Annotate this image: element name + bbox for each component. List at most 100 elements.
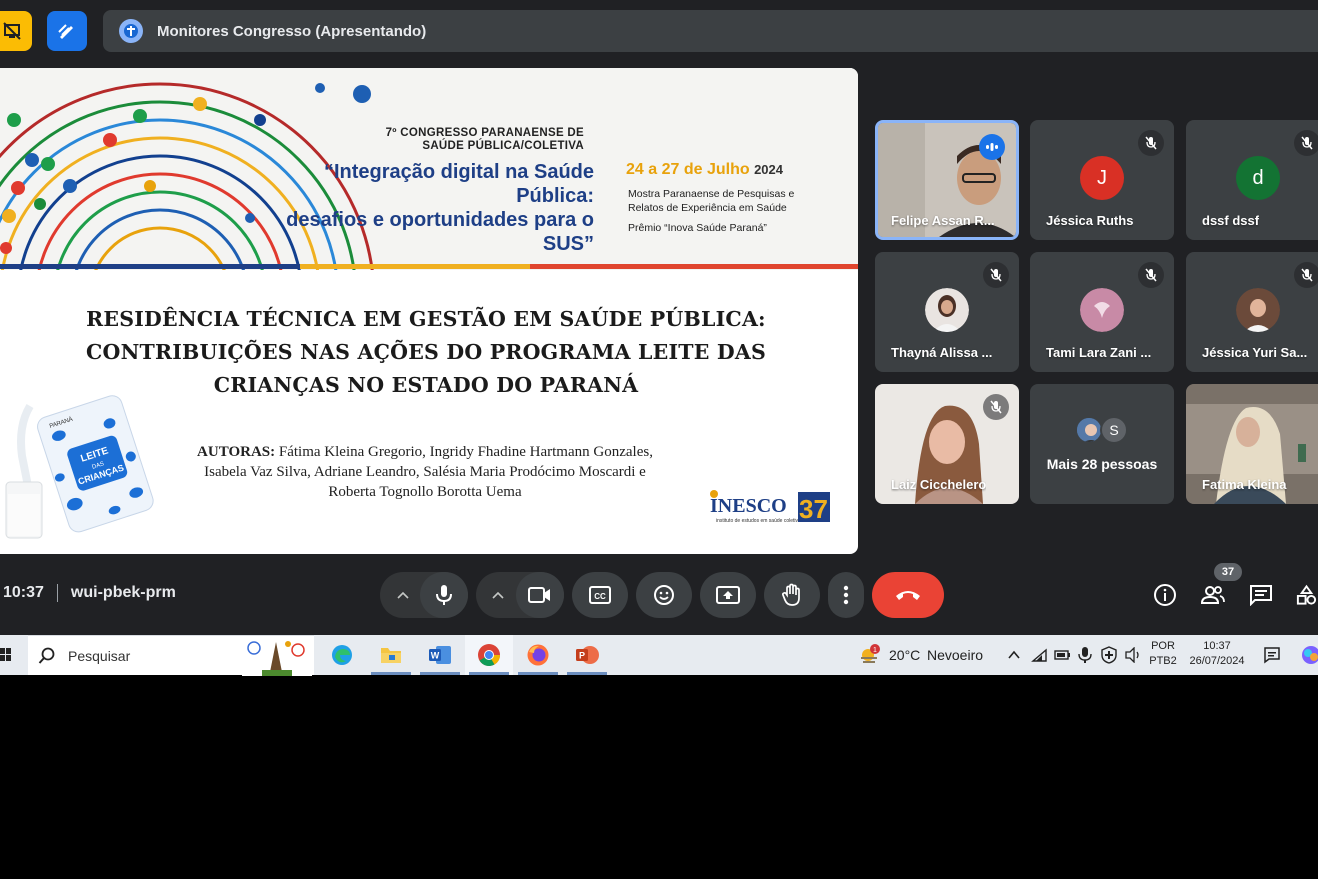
security-shield-icon[interactable] (1100, 646, 1118, 664)
file-explorer-app-icon[interactable] (367, 635, 415, 675)
camera-options-chevron-icon[interactable] (487, 584, 509, 606)
meeting-time: 10:37 (3, 584, 44, 601)
annotate-icon[interactable] (47, 11, 87, 51)
shared-slide: 7º CONGRESSO PARANAENSE DE SAÚDE PÚBLICA… (0, 68, 858, 554)
chat-button[interactable] (1247, 581, 1275, 609)
mic-off-icon (983, 394, 1009, 420)
mic-options-chevron-icon[interactable] (392, 584, 414, 606)
present-screen-icon (716, 586, 740, 604)
speaking-indicator-icon (979, 134, 1005, 160)
svg-text:CC: CC (594, 592, 606, 601)
more-participants-label: Mais 28 pessoas (1046, 456, 1158, 472)
more-avatar-photo (1075, 416, 1103, 444)
captions-icon: CC (589, 586, 611, 604)
reactions-button[interactable] (636, 572, 692, 618)
side-line3: Prêmio “Inova Saúde Paraná” (628, 222, 767, 234)
side-line2: Relatos de Experiência em Saúde (628, 202, 787, 214)
taskbar-search-box[interactable]: Pesquisar (28, 635, 314, 676)
powerpoint-app-icon[interactable]: P (563, 635, 611, 675)
mic-off-icon (1294, 262, 1318, 288)
meeting-code: wui-pbek-prm (70, 584, 176, 601)
presentation-banner[interactable]: Monitores Congresso (Apresentando) (103, 10, 1318, 52)
clock-date[interactable]: 10:37 26/07/2024 (1184, 639, 1250, 669)
participant-tile-laiz[interactable]: Laiz Cicchelero (875, 384, 1019, 504)
more-options-button[interactable] (828, 572, 864, 618)
year-text: 2024 (754, 162, 783, 177)
title-line1: RESIDÊNCIA TÉCNICA EM GESTÃO EM SAÚDE PÚ… (86, 307, 766, 331)
participant-tile-jessica-yuri[interactable]: Jéssica Yuri Sa... (1186, 252, 1318, 372)
present-screen-button[interactable] (700, 572, 756, 618)
presenter-avatar (119, 19, 143, 43)
chrome-app-icon[interactable] (465, 635, 513, 675)
meeting-details-button[interactable] (1151, 581, 1179, 609)
language-code: POR (1151, 640, 1175, 652)
windows-start-icon[interactable] (0, 647, 12, 663)
hand-icon (782, 583, 800, 606)
avatar: d (1236, 156, 1280, 200)
microphone-button[interactable] (420, 572, 468, 618)
authors-line1: Fátima Kleina Gregorio, Ingridy Fhadine … (278, 444, 653, 460)
search-highlight-image (242, 636, 312, 676)
inesco-logo: INESCO instituto de estudos em saúde col… (710, 490, 830, 524)
milk-carton-image: LEITE DAS CRIANÇAS PARANÁ (5, 395, 154, 539)
edge-app-icon[interactable] (318, 635, 366, 675)
authors-line2: Isabela Vaz Silva, Adriane Leandro, Salé… (204, 464, 646, 480)
participant-name: Tami Lara Zani ... (1046, 345, 1152, 360)
participant-name: dssf dssf (1202, 213, 1260, 228)
notifications-icon[interactable] (1263, 646, 1281, 664)
presenting-title: Monitores Congresso (Apresentando) (157, 22, 427, 40)
congress-dates: 24 a 27 de Julho 2024 (626, 161, 783, 179)
color-strip (0, 264, 858, 269)
theme-line2: desafios e oportunidades para o SUS” (286, 209, 594, 255)
emoji-icon (654, 585, 674, 605)
people-icon (1200, 586, 1225, 604)
more-vert-icon (843, 585, 849, 605)
leave-call-button[interactable] (872, 572, 944, 618)
weather-icon[interactable]: 1 (858, 643, 882, 667)
input-language[interactable]: POR PTB2 (1146, 639, 1180, 669)
participants-count-badge: 37 (1214, 563, 1242, 581)
end-call-icon (896, 591, 920, 600)
microphone-tray-icon[interactable] (1077, 646, 1093, 664)
search-placeholder: Pesquisar (68, 647, 131, 664)
inesco-subtitle: instituto de estudos em saúde coletiva (716, 518, 801, 524)
avatar (1236, 288, 1280, 332)
wifi-icon[interactable] (1030, 647, 1048, 663)
activities-button[interactable] (1295, 581, 1318, 609)
raise-hand-button[interactable] (764, 572, 820, 618)
firefox-app-icon[interactable] (514, 635, 562, 675)
word-app-icon[interactable]: W (416, 635, 464, 675)
temperature: 20°C (889, 647, 921, 663)
google-meet-window: Monitores Congresso (Apresentando) 7º CO… (0, 0, 1318, 635)
more-participants-tile[interactable]: S Mais 28 pessoas (1030, 384, 1174, 504)
copilot-icon[interactable] (1300, 645, 1318, 665)
participant-tile-thayna[interactable]: Thayná Alissa ... (875, 252, 1019, 372)
participant-tile-dssf[interactable]: d dssf dssf (1186, 120, 1318, 240)
windows-taskbar: Pesquisar W P 1 20°C Nevoeiro POR PTB2 1… (0, 635, 1318, 676)
volume-icon[interactable] (1124, 646, 1142, 664)
captions-button[interactable]: CC (572, 572, 628, 618)
activities-icon (1296, 584, 1317, 605)
show-hidden-icons-chevron-icon[interactable] (1006, 647, 1022, 663)
search-icon (38, 647, 55, 664)
people-button[interactable] (1199, 581, 1227, 609)
inesco-number: 37 (799, 494, 828, 524)
camera-button[interactable] (516, 572, 564, 618)
congress-line1: 7º CONGRESSO PARANAENSE DE (385, 127, 584, 139)
participant-name: Laiz Cicchelero (891, 477, 987, 492)
battery-icon[interactable] (1053, 647, 1071, 663)
inesco-name: INESCO (710, 495, 787, 517)
svg-text:P: P (579, 651, 585, 661)
avatar (1080, 288, 1124, 332)
stop-presenting-icon[interactable] (0, 11, 32, 51)
avatar: J (1080, 156, 1124, 200)
participant-tile-jessica-ruths[interactable]: J Jéssica Ruths (1030, 120, 1174, 240)
participant-tile-fatima[interactable]: Fatima Kleina (1186, 384, 1318, 504)
participant-tile-tami[interactable]: Tami Lara Zani ... (1030, 252, 1174, 372)
weather-badge: 1 (873, 647, 877, 654)
screen: Monitores Congresso (Apresentando) 7º CO… (0, 0, 1318, 879)
congress-banner: 7º CONGRESSO PARANAENSE DE SAÚDE PÚBLICA… (0, 68, 858, 270)
authors-label: AUTORAS: (197, 444, 276, 460)
weather-condition: Nevoeiro (927, 647, 984, 663)
participant-tile-felipe[interactable]: Felipe Assan R... (875, 120, 1019, 240)
